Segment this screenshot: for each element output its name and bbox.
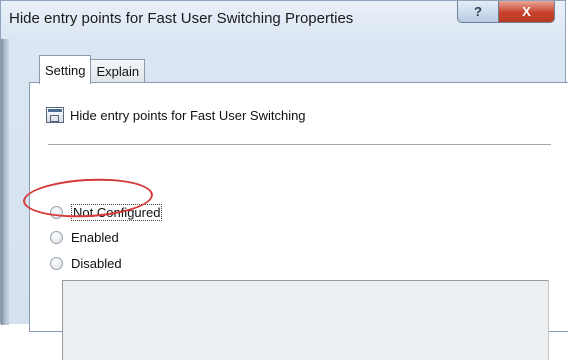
radio-label-disabled: Disabled <box>71 255 122 271</box>
caption-buttons: ? X <box>457 1 555 23</box>
title-bar[interactable]: Hide entry points for Fast User Switchin… <box>1 1 565 39</box>
tab-strip: Setting Explain <box>39 53 146 84</box>
dialog-client-area: Setting Explain Hide entry points for Fa… <box>11 41 568 360</box>
radio-not-configured[interactable]: Not Configured <box>50 202 163 222</box>
policy-header: Hide entry points for Fast User Switchin… <box>46 105 306 125</box>
policy-setting-icon <box>46 107 64 123</box>
close-button[interactable]: X <box>499 1 555 23</box>
tab-setting[interactable]: Setting <box>39 55 92 84</box>
help-icon: ? <box>474 4 482 19</box>
tab-explain[interactable]: Explain <box>90 59 146 83</box>
window-left-frame <box>1 39 9 325</box>
close-icon: X <box>522 4 531 19</box>
policy-name: Hide entry points for Fast User Switchin… <box>70 107 306 123</box>
radio-label-enabled: Enabled <box>71 229 119 245</box>
radio-disabled[interactable]: Disabled <box>50 253 122 273</box>
help-button[interactable]: ? <box>457 1 499 23</box>
window-title: Hide entry points for Fast User Switchin… <box>9 10 354 27</box>
radio-enabled[interactable]: Enabled <box>50 227 119 247</box>
comment-box[interactable] <box>62 280 549 360</box>
properties-dialog: Hide entry points for Fast User Switchin… <box>0 0 568 360</box>
radio-circle-icon[interactable] <box>50 256 63 270</box>
radio-circle-icon[interactable] <box>50 205 63 219</box>
separator-line <box>48 144 551 146</box>
radio-circle-icon[interactable] <box>50 230 63 244</box>
radio-label-not-configured: Not Configured <box>71 203 163 221</box>
setting-tab-panel: Hide entry points for Fast User Switchin… <box>29 82 568 360</box>
